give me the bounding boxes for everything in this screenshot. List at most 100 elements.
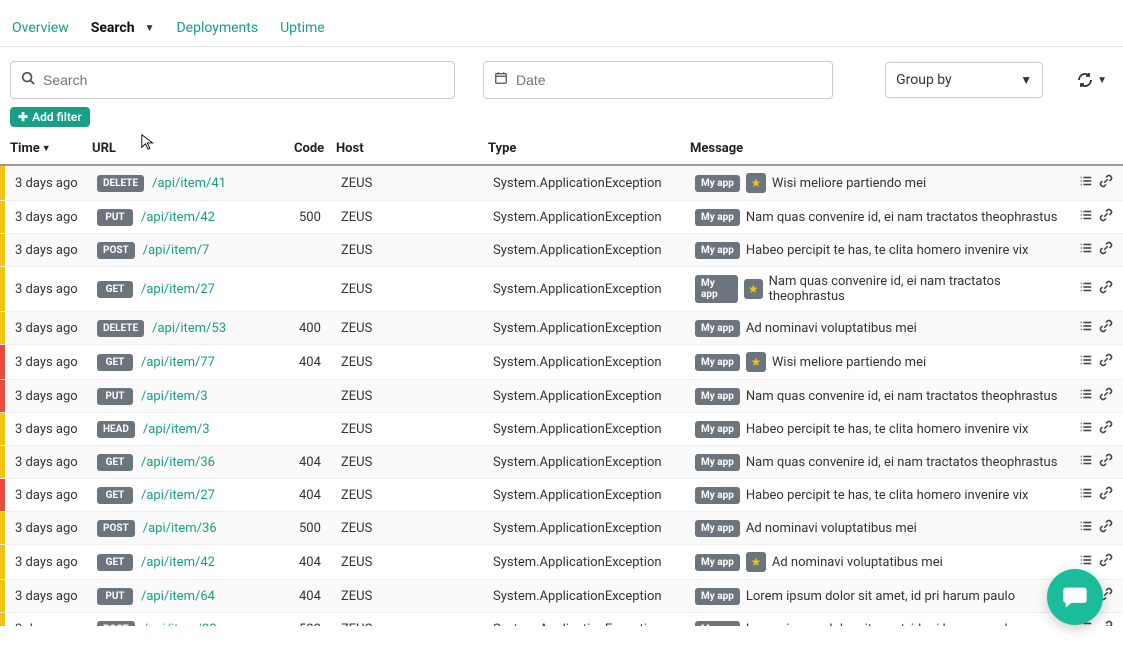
url-path-link[interactable]: /api/item/41	[152, 176, 226, 191]
details-icon[interactable]	[1079, 319, 1093, 337]
app-tag[interactable]: My app	[695, 209, 740, 226]
app-tag[interactable]: My app	[695, 487, 740, 504]
table-row[interactable]: 3 days agoHEAD/api/item/3ZEUSSystem.Appl…	[0, 412, 1123, 445]
plus-icon: ✚	[18, 110, 28, 124]
details-icon[interactable]	[1079, 280, 1093, 298]
table-row[interactable]: 3 days agoPUT/api/item/64404ZEUSSystem.A…	[0, 579, 1123, 612]
link-icon[interactable]	[1099, 620, 1113, 626]
url-path-link[interactable]: /api/item/27	[141, 488, 215, 503]
search-field-wrap[interactable]	[10, 61, 455, 99]
add-filter-label: Add filter	[32, 110, 82, 124]
details-icon[interactable]	[1079, 420, 1093, 438]
http-method-badge: HEAD	[97, 421, 135, 438]
link-icon[interactable]	[1099, 420, 1113, 438]
app-tag[interactable]: My app	[695, 554, 740, 571]
table-row[interactable]: 3 days agoPUT/api/item/42500ZEUSSystem.A…	[0, 200, 1123, 233]
url-path-link[interactable]: /api/item/22	[143, 622, 217, 627]
tab-uptime[interactable]: Uptime	[280, 20, 325, 36]
url-path-link[interactable]: /api/item/27	[141, 282, 215, 297]
column-header-message[interactable]: Message	[690, 141, 1061, 156]
details-icon[interactable]	[1079, 553, 1093, 571]
url-path-link[interactable]: /api/item/53	[152, 321, 226, 336]
app-tag[interactable]: My app	[695, 388, 740, 405]
details-icon[interactable]	[1079, 208, 1093, 226]
details-icon[interactable]	[1079, 387, 1093, 405]
app-tag[interactable]: My app	[695, 520, 740, 537]
table-row[interactable]: 3 days agoPOST/api/item/22500ZEUSSystem.…	[0, 612, 1123, 626]
table-row[interactable]: 3 days agoPUT/api/item/3ZEUSSystem.Appli…	[0, 379, 1123, 412]
table-row[interactable]: 3 days agoGET/api/item/27404ZEUSSystem.A…	[0, 478, 1123, 511]
cell-type: System.ApplicationException	[493, 321, 693, 336]
details-icon[interactable]	[1079, 519, 1093, 537]
url-path-link[interactable]: /api/item/42	[141, 555, 215, 570]
url-path-link[interactable]: /api/item/7	[143, 243, 210, 258]
table-row[interactable]: 3 days agoGET/api/item/77404ZEUSSystem.A…	[0, 344, 1123, 379]
link-icon[interactable]	[1099, 486, 1113, 504]
details-icon[interactable]	[1079, 353, 1093, 371]
url-path-link[interactable]: /api/item/36	[141, 455, 215, 470]
link-icon[interactable]	[1099, 208, 1113, 226]
star-icon[interactable]: ★	[746, 352, 766, 372]
app-tag[interactable]: My app	[695, 454, 740, 471]
tab-deployments[interactable]: Deployments	[176, 20, 258, 36]
url-path-link[interactable]: /api/item/3	[143, 422, 210, 437]
table-row[interactable]: 3 days agoGET/api/item/42404ZEUSSystem.A…	[0, 544, 1123, 579]
column-header-url[interactable]: URL	[92, 141, 292, 156]
link-icon[interactable]	[1099, 241, 1113, 259]
app-tag[interactable]: My app	[695, 175, 740, 192]
column-header-type[interactable]: Type	[488, 141, 688, 156]
date-input[interactable]	[484, 62, 832, 98]
link-icon[interactable]	[1099, 280, 1113, 298]
table-row[interactable]: 3 days agoDELETE/api/item/53400ZEUSSyste…	[0, 311, 1123, 344]
link-icon[interactable]	[1099, 353, 1113, 371]
search-input[interactable]	[11, 62, 454, 98]
table-row[interactable]: 3 days agoDELETE/api/item/41ZEUSSystem.A…	[0, 166, 1123, 200]
link-icon[interactable]	[1099, 519, 1113, 537]
link-icon[interactable]	[1099, 453, 1113, 471]
tab-search[interactable]: Search ▼	[91, 20, 155, 36]
star-icon[interactable]: ★	[746, 173, 766, 193]
link-icon[interactable]	[1099, 553, 1113, 571]
refresh-button[interactable]: ▼	[1071, 72, 1113, 88]
link-icon[interactable]	[1099, 387, 1113, 405]
link-icon[interactable]	[1099, 319, 1113, 337]
table-row[interactable]: 3 days agoGET/api/item/27ZEUSSystem.Appl…	[0, 266, 1123, 311]
app-tag[interactable]: My app	[695, 621, 740, 627]
url-path-link[interactable]: /api/item/3	[141, 389, 208, 404]
details-icon[interactable]	[1079, 453, 1093, 471]
message-text: Wisi meliore partiendo mei	[772, 355, 926, 370]
url-path-link[interactable]: /api/item/42	[141, 210, 215, 225]
filter-bar: Group by ▼ ▼	[0, 47, 1123, 107]
sort-desc-icon: ▼	[42, 143, 51, 154]
add-filter-button[interactable]: ✚ Add filter	[10, 107, 90, 127]
tab-overview[interactable]: Overview	[12, 20, 69, 36]
app-tag[interactable]: My app	[695, 242, 740, 259]
app-tag[interactable]: My app	[695, 588, 740, 605]
app-tag[interactable]: My app	[695, 354, 740, 371]
table-row[interactable]: 3 days agoPOST/api/item/7ZEUSSystem.Appl…	[0, 233, 1123, 266]
app-tag[interactable]: My app	[695, 320, 740, 337]
message-text: Habeo percipit te has, te clita homero i…	[746, 243, 1029, 258]
details-icon[interactable]	[1079, 486, 1093, 504]
cell-host: ZEUS	[341, 321, 491, 336]
date-field-wrap[interactable]	[483, 61, 833, 99]
details-icon[interactable]	[1079, 241, 1093, 259]
group-by-select[interactable]: Group by ▼	[885, 62, 1043, 98]
message-text: Habeo percipit te has, te clita homero i…	[746, 488, 1029, 503]
star-icon[interactable]: ★	[744, 279, 763, 299]
url-path-link[interactable]: /api/item/64	[141, 589, 215, 604]
chat-launcher-button[interactable]	[1047, 569, 1103, 625]
url-path-link[interactable]: /api/item/77	[141, 355, 215, 370]
cell-url: GET/api/item/36	[97, 454, 297, 471]
column-header-host[interactable]: Host	[336, 141, 486, 156]
table-row[interactable]: 3 days agoGET/api/item/36404ZEUSSystem.A…	[0, 445, 1123, 478]
star-icon[interactable]: ★	[746, 552, 766, 572]
app-tag[interactable]: My app	[695, 421, 740, 438]
url-path-link[interactable]: /api/item/36	[143, 521, 217, 536]
app-tag[interactable]: My app	[695, 275, 738, 303]
column-header-code[interactable]: Code	[294, 141, 334, 156]
details-icon[interactable]	[1079, 174, 1093, 192]
column-header-time[interactable]: Time ▼	[10, 141, 90, 156]
table-row[interactable]: 3 days agoPOST/api/item/36500ZEUSSystem.…	[0, 511, 1123, 544]
link-icon[interactable]	[1099, 174, 1113, 192]
